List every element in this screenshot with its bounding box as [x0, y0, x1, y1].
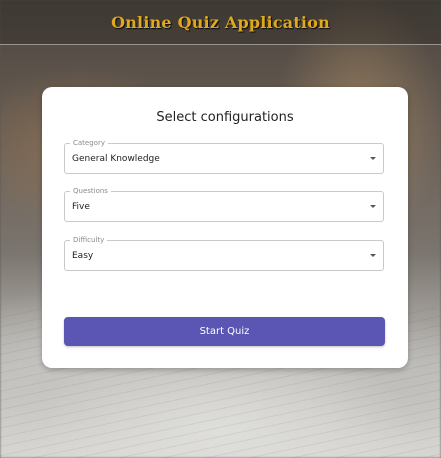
- category-select[interactable]: Category General Knowledge: [64, 138, 384, 174]
- caret-down-icon[interactable]: [370, 254, 376, 257]
- app-title: Online Quiz Application: [111, 12, 330, 32]
- card-title: Select configurations: [156, 110, 294, 125]
- questions-select[interactable]: Questions Five: [64, 186, 384, 222]
- app-header: Online Quiz Application: [0, 0, 441, 45]
- category-value: General Knowledge: [72, 154, 160, 164]
- caret-down-icon[interactable]: [370, 157, 376, 160]
- difficulty-label: Difficulty: [70, 235, 108, 245]
- caret-down-icon[interactable]: [370, 205, 376, 208]
- category-label: Category: [70, 138, 108, 148]
- configuration-card: Select configurations Category General K…: [42, 87, 408, 368]
- start-quiz-button[interactable]: Start Quiz: [64, 317, 385, 346]
- questions-value: Five: [72, 202, 90, 212]
- questions-label: Questions: [70, 186, 111, 196]
- difficulty-value: Easy: [72, 251, 94, 261]
- difficulty-select[interactable]: Difficulty Easy: [64, 235, 384, 271]
